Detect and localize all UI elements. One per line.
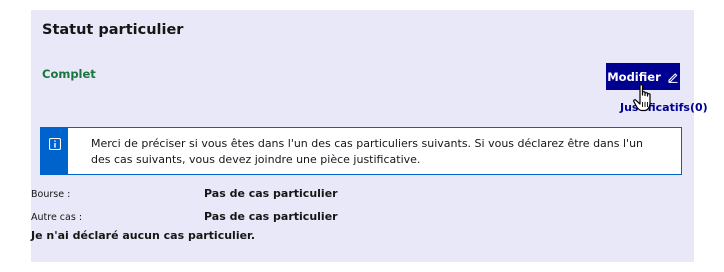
alert-bar (41, 128, 68, 174)
pencil-icon (668, 72, 678, 83)
statut-particulier-card: Statut particulier Complet Modifier Just… (31, 10, 708, 262)
info-alert: Merci de préciser si vous êtes dans l'un… (40, 127, 682, 175)
hand-cursor-icon (633, 84, 651, 112)
declaration-note: Je n'ai déclaré aucun cas particulier. (31, 229, 256, 242)
info-icon (48, 138, 61, 150)
bourse-value: Pas de cas particulier (204, 187, 338, 200)
alert-text: Merci de préciser si vous êtes dans l'un… (91, 137, 644, 166)
autre-cas-value: Pas de cas particulier (204, 210, 338, 223)
section-title: Statut particulier (42, 22, 184, 38)
autre-cas-label: Autre cas : (31, 212, 83, 223)
bourse-label: Bourse : (31, 189, 71, 200)
status-complet: Complet (42, 67, 96, 81)
modifier-button-label: Modifier (607, 69, 661, 84)
